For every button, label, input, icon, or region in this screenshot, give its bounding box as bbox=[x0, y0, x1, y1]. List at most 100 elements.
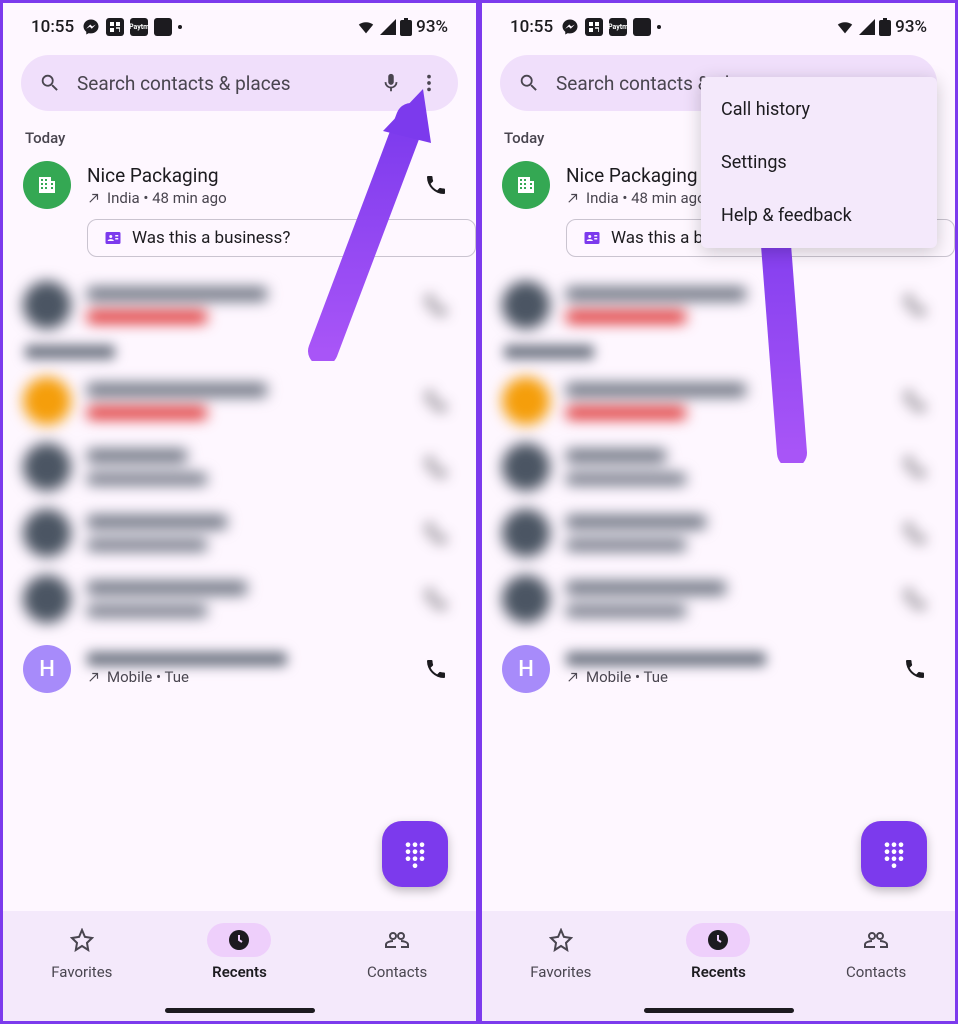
dialpad-fab[interactable] bbox=[861, 821, 927, 887]
dialpad-fab[interactable] bbox=[382, 821, 448, 887]
clock-icon bbox=[227, 928, 251, 952]
blurred-call-row[interactable] bbox=[482, 491, 955, 557]
mic-icon[interactable] bbox=[380, 72, 402, 94]
avatar-business bbox=[23, 161, 71, 209]
messenger-icon bbox=[82, 18, 100, 36]
nav-label: Recents bbox=[691, 963, 746, 981]
signal-icon bbox=[380, 19, 396, 35]
call-row-nice-packaging[interactable]: Nice Packaging India • 48 min ago bbox=[3, 147, 476, 209]
call-name: Nice Packaging bbox=[87, 164, 400, 187]
search-icon bbox=[39, 72, 61, 94]
signal-icon bbox=[859, 19, 875, 35]
nav-label: Recents bbox=[212, 963, 267, 981]
star-icon bbox=[70, 928, 94, 952]
status-more-icon bbox=[657, 25, 661, 29]
phone-icon bbox=[903, 657, 927, 681]
bottom-nav: Favorites Recents Contacts bbox=[482, 911, 955, 1021]
nav-recents[interactable]: Recents bbox=[658, 923, 778, 981]
wifi-icon bbox=[835, 19, 855, 35]
contact-card-icon bbox=[104, 229, 122, 247]
status-bar: 10:55 Paytm 93% bbox=[482, 3, 955, 47]
status-app-icon-2: Paytm bbox=[609, 18, 627, 36]
blurred-call-row[interactable] bbox=[3, 557, 476, 623]
blurred-call-row[interactable] bbox=[3, 425, 476, 491]
call-subtitle: Mobile • Tue bbox=[87, 668, 400, 686]
avatar-blurred bbox=[23, 575, 71, 623]
battery-percent: 93% bbox=[895, 17, 927, 37]
menu-help-feedback[interactable]: Help & feedback bbox=[701, 189, 937, 242]
phone-screen-left: 10:55 Paytm 93% Search contacts & places… bbox=[0, 0, 479, 1024]
business-chip[interactable]: Was this a business? bbox=[87, 219, 476, 257]
bottom-nav: Favorites Recents Contacts bbox=[3, 911, 476, 1021]
avatar-blurred bbox=[502, 281, 550, 329]
search-icon bbox=[518, 72, 540, 94]
avatar-blurred bbox=[502, 377, 550, 425]
blurred-call-row[interactable] bbox=[482, 425, 955, 491]
star-icon bbox=[549, 928, 573, 952]
menu-call-history[interactable]: Call history bbox=[701, 83, 937, 136]
more-vert-icon[interactable] bbox=[418, 72, 440, 94]
blurred-section bbox=[3, 329, 476, 359]
nav-favorites[interactable]: Favorites bbox=[22, 923, 142, 981]
avatar-blurred bbox=[23, 443, 71, 491]
search-bar[interactable]: Search contacts & places bbox=[21, 55, 458, 111]
gesture-bar bbox=[165, 1008, 315, 1013]
status-time: 10:55 bbox=[31, 17, 74, 37]
blurred-call-row-last[interactable]: H Mobile • Tue bbox=[482, 623, 955, 693]
contact-card-icon bbox=[583, 229, 601, 247]
blurred-call-row[interactable] bbox=[3, 359, 476, 425]
dialpad-icon bbox=[880, 840, 908, 868]
chip-label: Was this a business? bbox=[132, 228, 290, 248]
call-subtitle: India • 48 min ago bbox=[87, 189, 400, 207]
nav-recents[interactable]: Recents bbox=[179, 923, 299, 981]
blurred-call-row[interactable] bbox=[482, 263, 955, 329]
phone-screen-right: 10:55 Paytm 93% Search contacts & places… bbox=[479, 0, 958, 1024]
status-time: 10:55 bbox=[510, 17, 553, 37]
nav-label: Contacts bbox=[367, 963, 427, 981]
nav-contacts[interactable]: Contacts bbox=[816, 923, 936, 981]
status-app-icon-1 bbox=[106, 18, 124, 36]
avatar-letter-h: H bbox=[23, 645, 71, 693]
avatar-business bbox=[502, 161, 550, 209]
battery-icon bbox=[400, 18, 412, 36]
people-icon bbox=[863, 928, 889, 952]
outgoing-call-arrow-icon bbox=[87, 670, 101, 684]
avatar-blurred bbox=[23, 281, 71, 329]
outgoing-call-arrow-icon bbox=[566, 191, 580, 205]
avatar-blurred bbox=[502, 575, 550, 623]
avatar-blurred bbox=[502, 509, 550, 557]
avatar-letter-h: H bbox=[502, 645, 550, 693]
status-more-icon bbox=[178, 25, 182, 29]
nav-label: Contacts bbox=[846, 963, 906, 981]
gesture-bar bbox=[644, 1008, 794, 1013]
nav-contacts[interactable]: Contacts bbox=[337, 923, 457, 981]
blurred-call-row[interactable] bbox=[3, 491, 476, 557]
nav-label: Favorites bbox=[530, 963, 591, 981]
building-icon bbox=[35, 173, 59, 197]
battery-icon bbox=[879, 18, 891, 36]
battery-percent: 93% bbox=[416, 17, 448, 37]
call-button[interactable] bbox=[416, 173, 456, 197]
nav-favorites[interactable]: Favorites bbox=[501, 923, 621, 981]
status-app-icon-2: Paytm bbox=[130, 18, 148, 36]
phone-icon bbox=[424, 173, 448, 197]
messenger-icon bbox=[561, 18, 579, 36]
nav-label: Favorites bbox=[51, 963, 112, 981]
outgoing-call-arrow-icon bbox=[566, 670, 580, 684]
blurred-call-row[interactable] bbox=[482, 359, 955, 425]
menu-settings[interactable]: Settings bbox=[701, 136, 937, 189]
status-app-icon-1 bbox=[585, 18, 603, 36]
outgoing-call-arrow-icon bbox=[87, 191, 101, 205]
clock-icon bbox=[706, 928, 730, 952]
blurred-call-row[interactable] bbox=[482, 557, 955, 623]
avatar-blurred bbox=[23, 509, 71, 557]
blurred-call-row-last[interactable]: H Mobile • Tue bbox=[3, 623, 476, 693]
overflow-menu: Call history Settings Help & feedback bbox=[701, 77, 937, 248]
call-subtitle: Mobile • Tue bbox=[566, 668, 879, 686]
dialpad-icon bbox=[401, 840, 429, 868]
building-icon bbox=[514, 173, 538, 197]
phone-icon bbox=[424, 657, 448, 681]
search-placeholder: Search contacts & places bbox=[77, 72, 364, 95]
people-icon bbox=[384, 928, 410, 952]
blurred-call-row[interactable] bbox=[3, 263, 476, 329]
